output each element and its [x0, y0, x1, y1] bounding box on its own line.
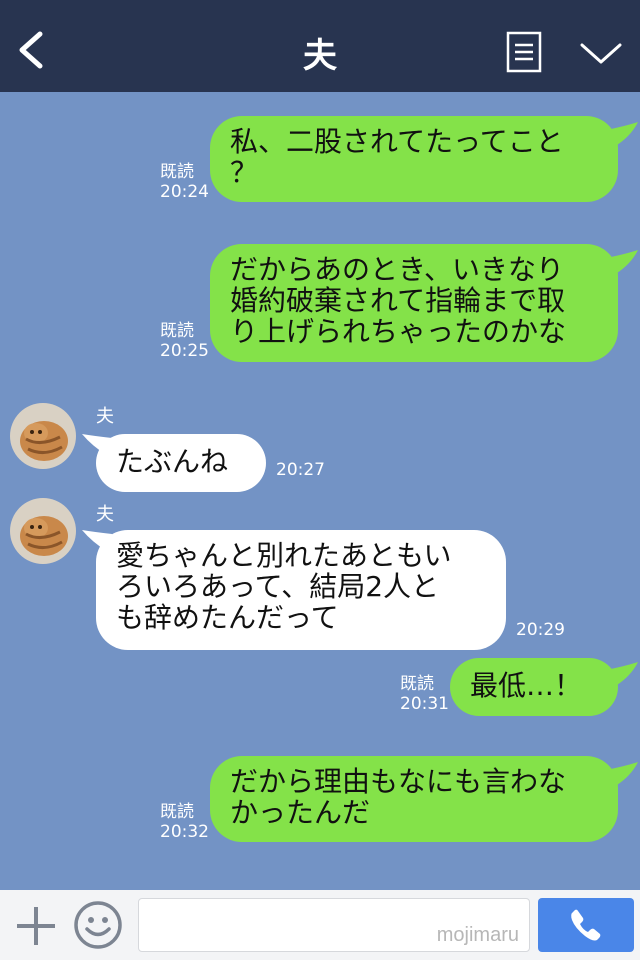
cat-avatar-image: [10, 403, 76, 469]
message-line: 婚約破棄されて指輪まで取: [230, 284, 566, 317]
call-button[interactable]: [538, 898, 634, 952]
incoming-message-bubble[interactable]: たぶんね: [96, 434, 266, 492]
message-line: 私、二股されてたってこと: [230, 125, 564, 158]
message-time: 20:24: [160, 182, 209, 202]
outgoing-message-bubble[interactable]: だから理由もなにも言わな かったんだ: [210, 756, 618, 842]
message-time: 20:27: [276, 460, 325, 480]
read-receipt: 既読: [400, 674, 434, 694]
read-receipt: 既読: [160, 162, 194, 182]
message-line: 最低…！: [470, 669, 583, 702]
message-meta: 既読 20:25: [160, 321, 209, 361]
incoming-message-bubble[interactable]: 愛ちゃんと別れたあともい ろいろあって、結局2人と も辞めたんだって: [96, 530, 506, 650]
outgoing-message-bubble[interactable]: だからあのとき、いきなり 婚約破棄されて指輪まで取 り上げられちゃったのかな: [210, 244, 618, 362]
chevron-down-icon[interactable]: [580, 42, 622, 66]
phone-icon: [571, 909, 601, 941]
message-input[interactable]: mojimaru: [138, 898, 530, 952]
message-meta: 既読 20:32: [160, 802, 209, 842]
chat-header: 夫: [0, 0, 640, 92]
plus-icon[interactable]: [14, 904, 58, 948]
message-time: 20:25: [160, 341, 209, 361]
message-meta: 既読 20:24: [160, 162, 209, 202]
message-line: たぶんね: [116, 445, 229, 478]
message-meta: 既読 20:31: [400, 674, 449, 714]
message-line: かったんだ: [230, 796, 371, 829]
message-time: 20:29: [516, 620, 565, 640]
bubble-tail: [606, 250, 638, 276]
cat-avatar-image: [10, 498, 76, 564]
outgoing-message-bubble[interactable]: 私、二股されてたってこと ？: [210, 116, 618, 202]
chat-title: 夫: [303, 36, 337, 76]
notes-icon[interactable]: [506, 31, 542, 73]
message-line: だから理由もなにも言わな: [230, 765, 567, 798]
message-line: ？: [230, 156, 259, 189]
bubble-tail: [606, 762, 638, 788]
smile-icon[interactable]: [73, 900, 123, 950]
outgoing-message-bubble[interactable]: 最低…！: [450, 658, 618, 716]
message-line: だからあのとき、いきなり: [230, 253, 565, 286]
sender-name: 夫: [96, 406, 114, 427]
contact-avatar[interactable]: [10, 498, 76, 564]
watermark-text: mojimaru: [436, 924, 519, 946]
read-receipt: 既読: [160, 802, 194, 822]
message-time: 20:32: [160, 822, 209, 842]
sender-name: 夫: [96, 504, 114, 525]
message-composer: mojimaru: [0, 890, 640, 960]
bubble-tail: [606, 122, 638, 148]
read-receipt: 既読: [160, 321, 194, 341]
chat-area[interactable]: 既読 20:24 私、二股されてたってこと ？ 既読 20:25 だからあのとき…: [0, 92, 640, 890]
message-line: り上げられちゃったのかな: [230, 315, 567, 348]
bubble-tail: [606, 662, 638, 688]
message-line: 愛ちゃんと別れたあともい: [116, 539, 452, 572]
message-time: 20:31: [400, 694, 449, 714]
message-line: ろいろあって、結局2人と: [116, 570, 440, 603]
contact-avatar[interactable]: [10, 403, 76, 469]
message-line: も辞めたんだって: [116, 601, 339, 634]
